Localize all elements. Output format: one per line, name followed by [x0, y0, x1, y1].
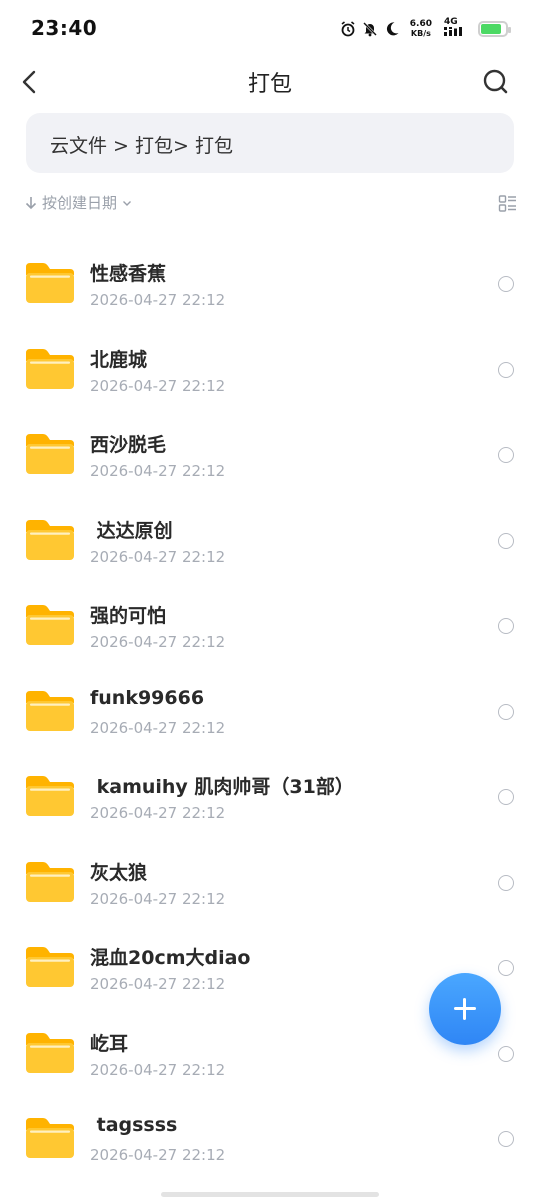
status-bar: 23:40 6.60 KB/s 4G [0, 0, 540, 58]
select-radio[interactable] [498, 960, 514, 976]
folder-name: 性感香蕉 [90, 263, 167, 285]
folder-date: 2026-04-27 22:12 [90, 1060, 226, 1079]
select-radio[interactable] [498, 447, 514, 463]
page-title: 打包 [247, 72, 292, 97]
folder-date: 2026-04-27 22:12 [90, 804, 226, 822]
status-time: 23:40 [31, 16, 98, 40]
search-button[interactable] [480, 66, 512, 98]
list-item[interactable]: 北鹿城 2026-04-27 22:12 [0, 321, 540, 407]
list-item[interactable]: tagssss 2026-04-27 22:12 [0, 1090, 540, 1176]
list-item[interactable]: 灰太狼 2026-04-27 22:12 [0, 834, 540, 920]
signal-label: 4G [444, 17, 458, 27]
folder-icon [26, 861, 74, 902]
folder-name: 达达原创 [90, 519, 173, 542]
folder-name: 屹耳 [90, 1032, 129, 1055]
sort-row: 按创建日期 [24, 192, 518, 218]
list-item[interactable]: 西沙脱毛 2026-04-27 22:12 [0, 406, 540, 492]
folder-icon [26, 605, 74, 645]
select-radio[interactable] [498, 618, 514, 634]
list-item[interactable]: funk99666 2026-04-27 22:12 [0, 663, 540, 749]
net-speed: 6.60 KB/s [409, 18, 432, 38]
home-indicator [161, 1192, 379, 1197]
add-button[interactable] [429, 973, 501, 1045]
select-radio[interactable] [498, 789, 514, 805]
header: 打包 [0, 58, 540, 104]
folder-icon [26, 690, 74, 731]
view-toggle-button[interactable] [498, 194, 518, 214]
alarm-icon [341, 20, 355, 36]
folder-date: 2026-04-27 22:12 [90, 291, 226, 309]
signal-indicator: 4G [444, 18, 466, 39]
signal-icon [444, 27, 462, 36]
folder-icon [26, 947, 74, 987]
select-radio[interactable] [498, 874, 514, 891]
chevron-down-icon [123, 200, 132, 206]
list-view-icon [498, 195, 516, 212]
folder-name: 强的可怕 [90, 605, 167, 627]
folder-icon [26, 1118, 74, 1158]
arrow-down-icon [25, 196, 37, 209]
select-radio[interactable] [498, 1045, 514, 1062]
folder-date: 2026-04-27 22:12 [90, 718, 226, 737]
folder-date: 2026-04-27 22:12 [90, 889, 226, 908]
net-speed-unit: KB/s [410, 28, 431, 38]
breadcrumb[interactable]: 云文件 > 打包> 打包 [26, 113, 514, 173]
folder-date: 2026-04-27 22:12 [90, 547, 226, 566]
breadcrumb-path[interactable]: 云文件 > 打包> 打包 [50, 131, 233, 158]
select-radio[interactable] [498, 276, 514, 292]
folder-icon [26, 1032, 74, 1073]
list-item[interactable]: 性感香蕉 2026-04-27 22:12 [0, 235, 540, 321]
status-icons: 6.60 KB/s 4G [340, 18, 511, 39]
moon-icon [386, 21, 399, 35]
sort-label: 按创建日期 [42, 194, 118, 212]
bell-off-icon [362, 21, 377, 36]
folder-name: 北鹿城 [90, 348, 148, 371]
folder-icon [26, 776, 74, 816]
list-item[interactable]: 强的可怕 2026-04-27 22:12 [0, 577, 540, 663]
folder-name: 西沙脱毛 [90, 434, 167, 456]
folder-name: tagssss [90, 1114, 178, 1136]
search-icon [483, 69, 508, 94]
net-speed-value: 6.60 [409, 18, 432, 29]
folder-date: 2026-04-27 22:12 [90, 376, 226, 395]
folder-date: 2026-04-27 22:12 [90, 633, 226, 651]
folder-name: 混血20cm大diao [90, 947, 251, 969]
select-radio[interactable] [498, 703, 514, 720]
select-radio[interactable] [498, 361, 514, 378]
battery-level [481, 23, 502, 34]
folder-name: funk99666 [90, 686, 205, 709]
sort-button[interactable]: 按创建日期 [24, 192, 133, 213]
folder-date: 2026-04-27 22:12 [90, 975, 226, 993]
folder-icon [26, 519, 74, 560]
folder-name: 灰太狼 [90, 861, 148, 884]
folder-icon [26, 434, 74, 474]
battery-icon [478, 20, 511, 37]
folder-icon [26, 348, 74, 389]
list-item[interactable]: kamuihy 肌肉帅哥（31部） 2026-04-27 22:12 [0, 748, 540, 834]
folder-icon [26, 263, 74, 303]
list-item[interactable]: 达达原创 2026-04-27 22:12 [0, 492, 540, 578]
select-radio[interactable] [498, 1131, 514, 1147]
page: 23:40 6.60 KB/s 4G 打包 云文件 > 打包> 打包 按创建日期… [0, 0, 540, 1200]
folder-name: kamuihy 肌肉帅哥（31部） [90, 776, 354, 798]
folder-date: 2026-04-27 22:12 [90, 462, 226, 480]
select-radio[interactable] [498, 532, 514, 549]
folder-date: 2026-04-27 22:12 [90, 1146, 226, 1164]
